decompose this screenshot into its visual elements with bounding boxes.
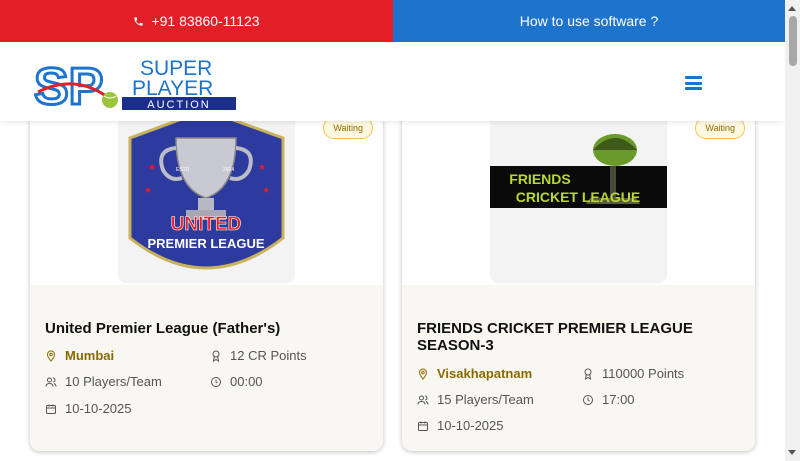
svg-text:★: ★: [148, 163, 156, 173]
location-row: Visakhapatnam: [417, 366, 532, 381]
time-row: 00:00: [210, 374, 263, 389]
card-info: United Premier League (Father's) Mumbai …: [30, 285, 383, 451]
scroll-down-arrow-icon[interactable]: [788, 450, 796, 455]
tournament-logo: ESTD 2024 ★ ★ ★ ★ UNITED PREMIER LEAGUE: [118, 98, 295, 283]
points-text: 110000 Points: [602, 366, 685, 381]
time-text: 00:00: [230, 374, 263, 389]
svg-text:★: ★: [144, 186, 152, 196]
date-text: 10-10-2025: [65, 401, 132, 416]
calendar-icon: [46, 404, 56, 414]
logo-text-united: UNITED: [171, 214, 242, 235]
date-row: 10-10-2025: [45, 401, 132, 416]
phone-icon: [134, 16, 144, 26]
award-icon: [584, 368, 592, 380]
logo-auction: AUCTION: [147, 99, 211, 110]
tournament-logo: FRIENDS CRICKET LEAGUE: [490, 98, 667, 283]
logo-estd: ESTD: [176, 167, 190, 173]
tournament-card[interactable]: ESTD 2024 ★ ★ ★ ★ UNITED PREMIER LEAGUE …: [30, 86, 383, 451]
logo-text-cricket: CRICKET LEAGUE: [516, 189, 640, 205]
phone-number: +91 83860-11123: [151, 13, 260, 29]
logo-player: PLAYER: [132, 77, 213, 100]
tournament-card[interactable]: FRIENDS CRICKET LEAGUE Waiting FRIENDS C…: [402, 86, 755, 451]
points-text: 12 CR Points: [230, 348, 307, 363]
location-pin-icon: [46, 349, 56, 362]
site-logo[interactable]: SP SUPER PLAYER AUCTION: [33, 54, 236, 118]
location-text: Mumbai: [65, 348, 115, 363]
tournament-title[interactable]: FRIENDS CRICKET PREMIER LEAGUE SEASON-3: [417, 320, 742, 354]
users-icon: [417, 395, 429, 405]
logo-text-premier: PREMIER LEAGUE: [147, 236, 264, 251]
logo-text-friends: FRIENDS: [509, 171, 570, 187]
clock-icon: [211, 376, 221, 387]
players-row: 10 Players/Team: [45, 374, 162, 389]
players-text: 10 Players/Team: [65, 374, 162, 389]
players-row: 15 Players/Team: [417, 392, 534, 407]
players-text: 15 Players/Team: [437, 392, 534, 407]
menu-icon[interactable]: [685, 76, 702, 90]
logo-year: 2024: [223, 167, 234, 173]
calendar-icon: [418, 421, 428, 431]
scroll-up-arrow-icon[interactable]: [788, 6, 796, 11]
points-row: 110000 Points: [582, 366, 684, 381]
clock-icon: [583, 394, 593, 405]
tournament-title[interactable]: United Premier League (Father's): [45, 320, 370, 337]
how-to-use-label: How to use software ?: [519, 13, 659, 29]
date-row: 10-10-2025: [417, 418, 504, 433]
top-bar: +91 83860-11123 How to use software ?: [0, 0, 785, 42]
scrollbar-thumb[interactable]: [789, 16, 797, 66]
location-pin-icon: [418, 367, 428, 380]
card-info: FRIENDS CRICKET PREMIER LEAGUE SEASON-3 …: [402, 285, 755, 451]
phone-link[interactable]: +91 83860-11123: [0, 0, 393, 42]
location-text: Visakhapatnam: [437, 366, 533, 381]
svg-text:★: ★: [258, 163, 266, 173]
site-header: SP SUPER PLAYER AUCTION: [0, 42, 785, 121]
time-text: 17:00: [602, 392, 635, 407]
svg-text:★: ★: [262, 186, 270, 196]
users-icon: [45, 377, 57, 387]
location-row: Mumbai: [45, 348, 114, 363]
award-icon: [212, 350, 220, 362]
points-row: 12 CR Points: [210, 348, 307, 363]
date-text: 10-10-2025: [437, 418, 504, 433]
time-row: 17:00: [582, 392, 635, 407]
how-to-use-link[interactable]: How to use software ?: [393, 0, 785, 42]
scrollbar[interactable]: [785, 0, 800, 461]
